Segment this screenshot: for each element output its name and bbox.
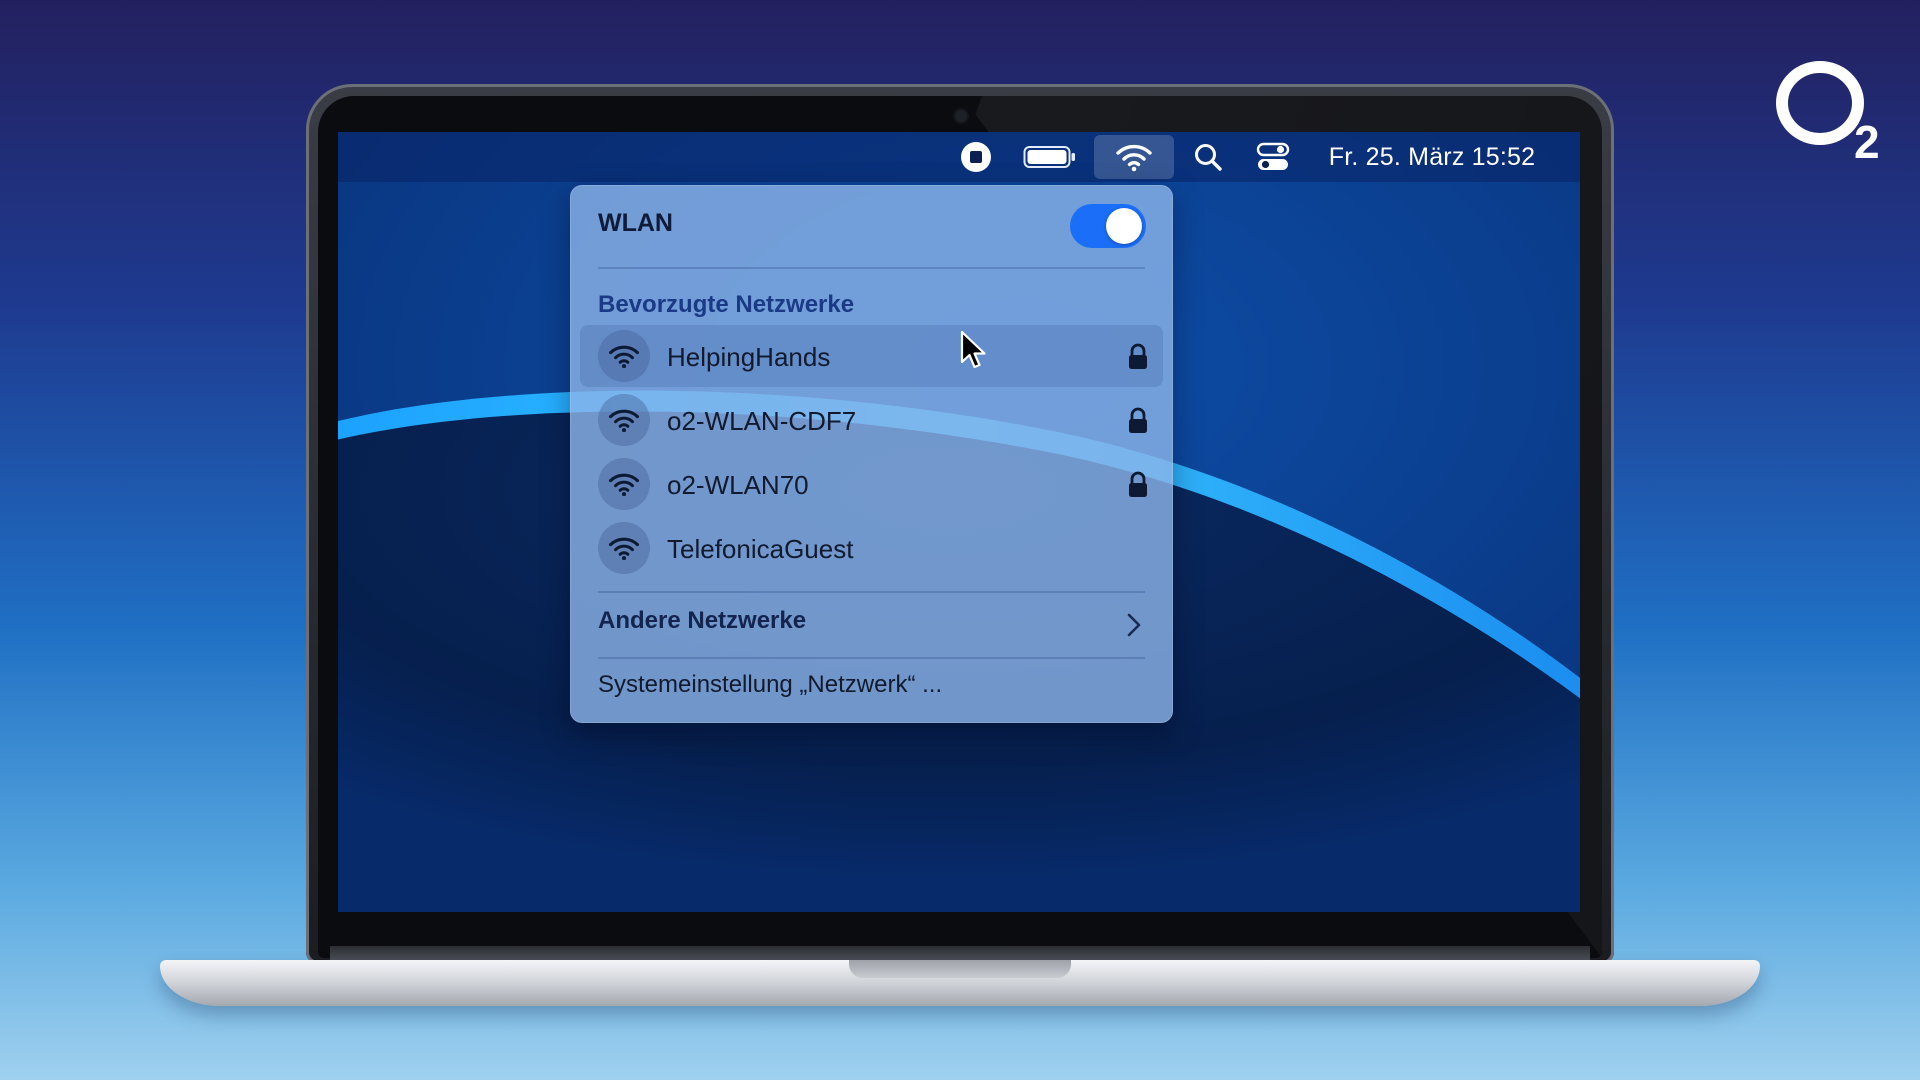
svg-text:2: 2 (1854, 116, 1880, 168)
stop-record-icon[interactable] (954, 132, 998, 182)
network-row-o2-wlan70[interactable]: o2-WLAN70 (580, 453, 1163, 515)
wifi-signal-icon (598, 330, 650, 382)
network-name: o2-WLAN70 (667, 470, 809, 500)
wifi-dropdown: WLAN Bevorzugte Netzwerke HelpingHands o… (570, 185, 1173, 723)
network-row-helpinghands[interactable]: HelpingHands (580, 325, 1163, 387)
divider (598, 657, 1145, 659)
wifi-menu-icon[interactable] (1094, 135, 1174, 179)
o2-logo: 2 (1776, 61, 1880, 168)
menu-bar-clock[interactable]: Fr. 25. März 15:52 (1312, 132, 1552, 182)
wifi-toggle[interactable] (1070, 204, 1146, 248)
lock-icon (1129, 407, 1147, 433)
divider (598, 591, 1145, 593)
lock-icon (1129, 471, 1147, 497)
other-networks-item[interactable]: Andere Netzwerke (598, 599, 1158, 643)
laptop-screen: Fr. 25. März 15:52 WLAN Bevorzugte Netzw… (338, 132, 1580, 912)
wifi-title: WLAN (598, 209, 673, 237)
network-row-o2-wlan-cdf7[interactable]: o2-WLAN-CDF7 (580, 389, 1163, 451)
network-name: HelpingHands (667, 342, 831, 372)
lock-icon (1129, 343, 1147, 369)
network-name: TelefonicaGuest (667, 534, 854, 564)
laptop-opening-notch (849, 960, 1071, 978)
preferred-networks-header: Bevorzugte Netzwerke (598, 291, 855, 318)
laptop-hinge (330, 946, 1590, 960)
battery-icon[interactable] (1020, 132, 1080, 182)
menu-bar: Fr. 25. März 15:52 (338, 132, 1580, 182)
divider (598, 267, 1145, 269)
network-settings-item[interactable]: Systemeinstellung „Netzwerk“ ... (598, 663, 942, 707)
wifi-signal-icon (598, 394, 650, 446)
network-name: o2-WLAN-CDF7 (667, 406, 857, 436)
mouse-cursor-icon (960, 330, 986, 369)
camera (955, 110, 967, 122)
control-center-icon[interactable] (1248, 132, 1298, 182)
toggle-knob (1106, 208, 1142, 244)
network-row-telefonicaguest[interactable]: TelefonicaGuest (580, 517, 1163, 579)
wifi-signal-icon (598, 458, 650, 510)
search-icon[interactable] (1186, 132, 1230, 182)
wifi-signal-icon (598, 522, 650, 574)
chevron-right-icon (1127, 613, 1141, 637)
